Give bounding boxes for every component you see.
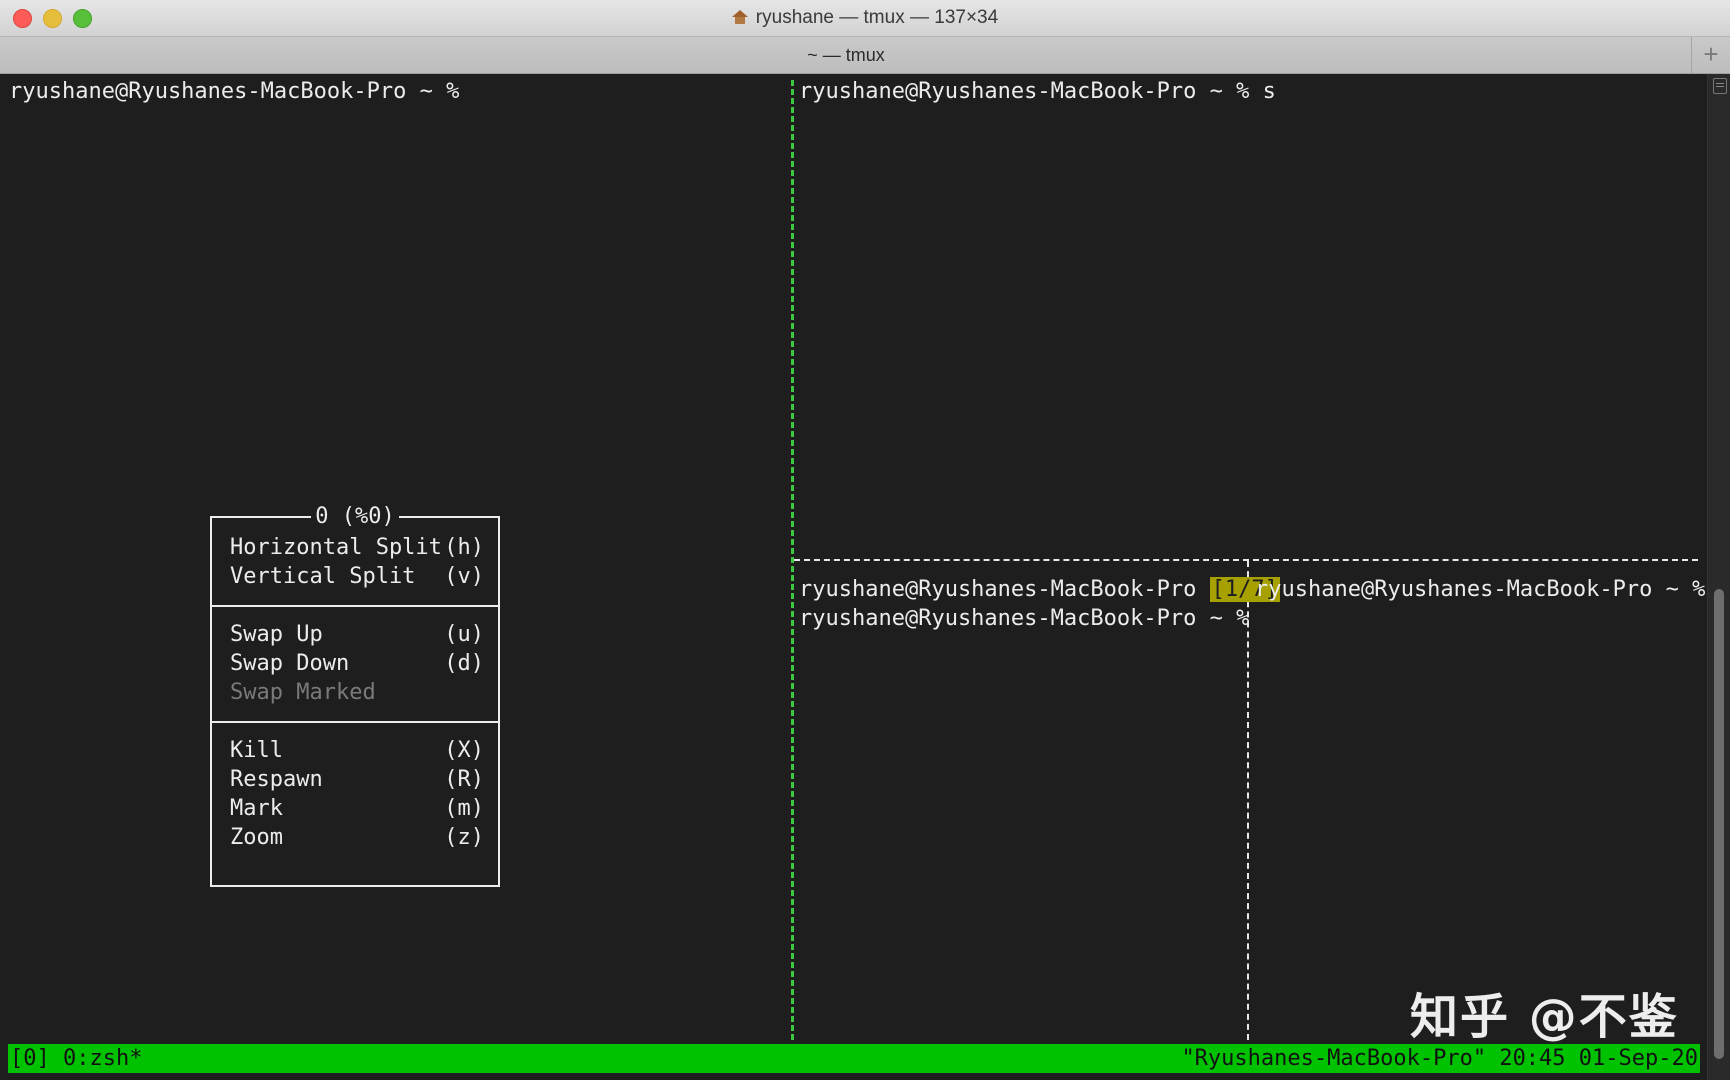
menu-title: 0 (%0) [212, 502, 498, 532]
menu-item-vertical-split[interactable]: Vertical Split (v) [212, 562, 498, 591]
window-title: ryushane — tmux — 137×34 [755, 7, 999, 28]
menu-separator [212, 721, 498, 723]
home-folder-icon [731, 10, 748, 24]
pane-hostname: ryushane@Ryushanes-MacBook-Pro [799, 577, 1197, 602]
terminal-window: ryushane — tmux — 137×34 ~ — tmux + ryus… [0, 0, 1730, 1080]
title-bar: ryushane — tmux — 137×34 [0, 0, 1730, 37]
watermark: 知乎 @不鉴 [1410, 989, 1679, 1045]
menu-separator [212, 605, 498, 607]
pane-bottom-middle-line2: ryushane@Ryushanes-MacBook-Pro ~ % [799, 606, 1250, 631]
tab-tmux[interactable]: ~ — tmux [0, 37, 1692, 73]
tab-bar: ~ — tmux + [0, 37, 1730, 74]
tmux-status-bar: [0] 0:zsh* "Ryushanes-MacBook-Pro" 20:45… [8, 1044, 1700, 1073]
pane-left-prompt: ryushane@Ryushanes-MacBook-Pro ~ % [9, 79, 460, 104]
menu-item-zoom[interactable]: Zoom (z) [212, 823, 498, 852]
pane-bottom-right-prompt: ryushane@Ryushanes-MacBook-Pro ~ % [1255, 577, 1706, 602]
menu-item-mark[interactable]: Mark (m) [212, 794, 498, 823]
menu-item-swap-down[interactable]: Swap Down (d) [212, 649, 498, 678]
pane-context-menu: 0 (%0) Horizontal Split (h) Vertical Spli… [210, 504, 500, 887]
vertical-scrollbar[interactable] [1707, 74, 1730, 1080]
scrollbar-menu-icon[interactable] [1713, 78, 1727, 94]
menu-item-swap-marked: Swap Marked [230, 680, 376, 705]
pane-bottom-middle-line1: ryushane@Ryushanes-MacBook-Pro [1/7] [799, 575, 1280, 604]
status-host-clock: "Ryushanes-MacBook-Pro" 20:45 01-Sep-20 [1181, 1046, 1698, 1071]
pane-border-horizontal[interactable] [794, 559, 1698, 561]
window-title-area: ryushane — tmux — 137×34 [0, 0, 1730, 36]
menu-item-horizontal-split[interactable]: Horizontal Split (h) [212, 533, 498, 562]
menu-item-respawn[interactable]: Respawn (R) [212, 765, 498, 794]
new-tab-button[interactable]: + [1691, 37, 1730, 73]
menu-item-swap-up[interactable]: Swap Up (u) [212, 620, 498, 649]
menu-item-kill[interactable]: Kill (X) [212, 736, 498, 765]
status-window-list[interactable]: [0] 0:zsh* [10, 1044, 142, 1073]
pane-top-right-prompt: ryushane@Ryushanes-MacBook-Pro ~ % s [799, 79, 1276, 104]
scrollbar-thumb[interactable] [1714, 589, 1724, 1059]
